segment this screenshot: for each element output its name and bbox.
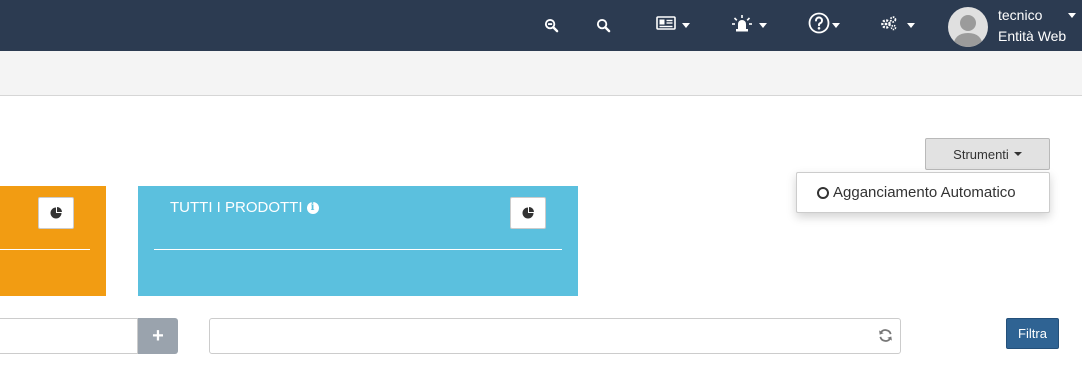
pie-chart-icon [50,207,62,219]
help-menu[interactable] [804,0,844,51]
chevron-down-icon [1013,152,1022,156]
card-divider [154,249,562,250]
filter-input[interactable] [209,318,901,354]
avatar[interactable] [948,7,988,47]
tools-button-label: Strumenti [953,146,1009,162]
blue-stat-card: TUTTI I PRODOTTI i [138,186,578,296]
chevron-down-icon [906,23,915,28]
zoom-out-icon[interactable] [540,0,562,51]
sub-header-bar [0,51,1082,96]
menu-item-automatic-hooking[interactable]: Agganciamento Automatico [817,184,1016,201]
chevron-down-icon [759,23,767,28]
user-name[interactable]: tecnico [998,7,1042,23]
id-card-menu[interactable] [652,0,694,51]
refresh-icon[interactable] [876,326,894,344]
search-icon[interactable] [592,0,614,51]
chart-button[interactable] [38,197,74,229]
help-icon [808,12,830,39]
card-title: TUTTI I PRODOTTI i [170,199,319,216]
tools-dropdown-button[interactable]: Strumenti [925,138,1050,170]
pie-chart-icon [522,207,534,219]
siren-icon [731,14,753,37]
menu-item-label: Agganciamento Automatico [833,184,1016,201]
id-card-icon [656,16,676,35]
plus-icon: + [152,324,164,347]
chart-button[interactable] [510,197,546,229]
add-button[interactable]: + [138,318,178,354]
user-organization[interactable]: Entità Web [998,28,1066,44]
settings-menu[interactable] [876,0,918,51]
settings-icon [880,15,898,36]
tools-dropdown-menu: Agganciamento Automatico [796,172,1050,213]
chevron-down-icon [682,23,690,28]
orange-stat-card [0,186,106,296]
chevron-down-icon[interactable] [1068,13,1076,18]
alarm-menu[interactable] [728,0,770,51]
card-title-text: TUTTI I PRODOTTI [170,199,303,216]
filter-button-label: Filtra [1018,326,1047,341]
chevron-down-icon [832,23,840,28]
card-divider [0,249,90,250]
info-icon[interactable]: i [306,201,319,214]
product-input[interactable] [0,318,138,354]
circle-icon [817,186,829,199]
filter-button[interactable]: Filtra [1006,318,1059,349]
top-navbar: tecnico Entità Web [0,0,1082,51]
